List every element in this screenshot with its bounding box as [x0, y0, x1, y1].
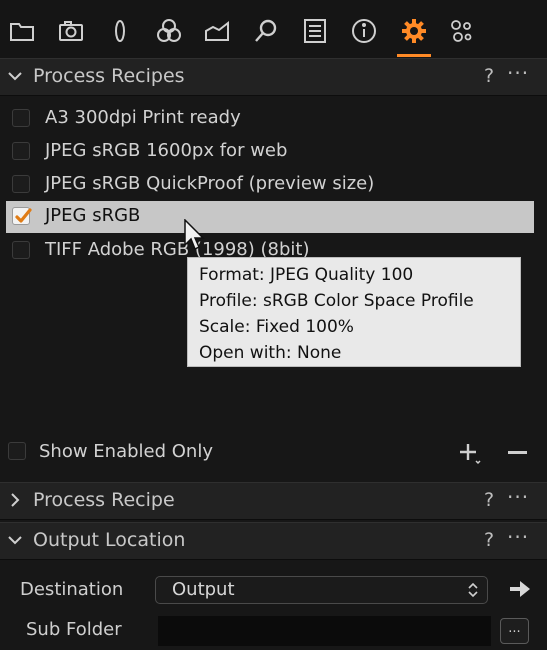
- show-enabled-only-checkbox[interactable]: [8, 442, 26, 460]
- section-title: Process Recipes: [33, 65, 185, 87]
- recipe-tooltip: Format: JPEG Quality 100 Profile: sRGB C…: [187, 257, 521, 367]
- tooltip-profile: Profile: sRGB Color Space Profile: [199, 291, 474, 311]
- subfolder-input[interactable]: [158, 616, 491, 646]
- tooltip-scale: Scale: Fixed 100%: [199, 317, 354, 337]
- checkmark-icon: [15, 208, 32, 223]
- browse-button[interactable]: ...: [500, 618, 529, 644]
- section-title: Output Location: [33, 529, 186, 551]
- recipe-checkbox-checked[interactable]: [12, 207, 32, 225]
- help-button[interactable]: ?: [484, 489, 494, 511]
- folder-icon[interactable]: [5, 13, 39, 49]
- gear-icon[interactable]: [397, 13, 431, 49]
- chevron-down-icon[interactable]: [6, 531, 24, 549]
- recipe-checkbox[interactable]: [12, 175, 30, 193]
- metadata-list-icon[interactable]: [298, 13, 332, 49]
- arrow-right-icon[interactable]: [508, 579, 532, 599]
- recipe-row-selected[interactable]: JPEG sRGB: [6, 201, 534, 233]
- recipe-checkbox[interactable]: [12, 241, 30, 259]
- lens-icon[interactable]: [103, 13, 137, 49]
- recipe-label: JPEG sRGB: [45, 205, 141, 226]
- chevron-updown-icon: [468, 582, 478, 598]
- destination-label: Destination: [20, 579, 124, 600]
- color-circles-icon[interactable]: [152, 13, 186, 49]
- help-button[interactable]: ?: [484, 65, 494, 87]
- gears-icon[interactable]: [444, 13, 478, 49]
- subfolder-label: Sub Folder: [26, 619, 122, 640]
- show-enabled-only-label: Show Enabled Only: [39, 441, 213, 462]
- recipe-checkbox[interactable]: [12, 109, 30, 127]
- recipe-checkbox[interactable]: [12, 142, 30, 160]
- tooltip-format: Format: JPEG Quality 100: [199, 265, 414, 285]
- more-options-button[interactable]: ···: [507, 525, 529, 549]
- camera-icon[interactable]: [54, 13, 88, 49]
- recipe-row[interactable]: A3 300dpi Print ready: [0, 103, 547, 135]
- active-tab-indicator: [397, 54, 431, 57]
- recipe-label: A3 300dpi Print ready: [45, 107, 241, 128]
- plus-icon[interactable]: [458, 441, 484, 467]
- recipe-row[interactable]: JPEG sRGB QuickProof (preview size): [0, 169, 547, 201]
- exposure-icon[interactable]: [200, 13, 234, 49]
- tooltip-open-with: Open with: None: [199, 343, 342, 363]
- more-options-button[interactable]: ···: [507, 61, 529, 85]
- mouse-cursor-icon: [184, 219, 205, 251]
- help-button[interactable]: ?: [484, 529, 494, 551]
- more-options-button[interactable]: ···: [507, 485, 529, 509]
- destination-select[interactable]: Output: [155, 576, 488, 604]
- minus-icon[interactable]: [508, 451, 527, 454]
- chevron-right-icon[interactable]: [6, 491, 24, 509]
- recipe-label: JPEG sRGB QuickProof (preview size): [45, 173, 375, 194]
- section-title: Process Recipe: [33, 489, 175, 511]
- recipe-row[interactable]: JPEG sRGB 1600px for web: [0, 136, 547, 168]
- output-location-header[interactable]: Output Location ? ···: [0, 522, 547, 560]
- process-recipes-header[interactable]: Process Recipes ? ···: [0, 58, 547, 96]
- process-recipe-header[interactable]: Process Recipe ? ···: [0, 482, 547, 520]
- recipe-label: JPEG sRGB 1600px for web: [45, 140, 288, 161]
- info-icon[interactable]: [347, 13, 381, 49]
- magnifier-icon[interactable]: [249, 13, 283, 49]
- destination-value: Output: [172, 579, 235, 600]
- chevron-down-icon[interactable]: [6, 67, 24, 85]
- tool-tab-bar: [0, 0, 547, 60]
